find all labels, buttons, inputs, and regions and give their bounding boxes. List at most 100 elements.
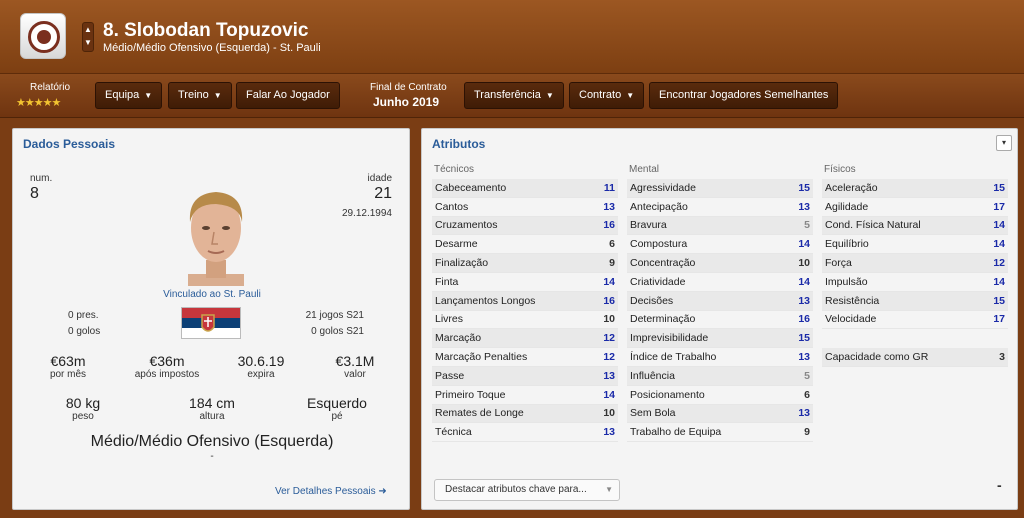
attribute-name: Equilíbrio (825, 238, 869, 251)
fisicos-header: Físicos (824, 164, 856, 175)
attribute-row[interactable]: Agilidade 17 (822, 198, 1008, 217)
attribute-row[interactable]: Impulsão 14 (822, 273, 1008, 292)
attribute-name: Técnica (435, 426, 472, 439)
attribute-row[interactable]: Agressividade 15 (627, 179, 813, 198)
attribute-row[interactable]: Finalização 9 (432, 254, 618, 273)
height-label: altura (199, 411, 225, 422)
attribute-row[interactable]: Concentração 10 (627, 254, 813, 273)
golos-s21: 0 golos S21 (311, 326, 364, 337)
attribute-value: 10 (798, 257, 810, 270)
attribute-row[interactable]: Remates de Longe 10 (432, 404, 618, 424)
attribute-value: 13 (798, 407, 810, 420)
attribute-row[interactable]: Cond. Física Natural 14 (822, 216, 1008, 236)
club-badge-icon[interactable] (20, 13, 66, 59)
falar-jogador-button[interactable]: Falar Ao Jogador (236, 82, 340, 109)
attribute-name: Primeiro Toque (435, 388, 506, 401)
weight-label: peso (72, 411, 94, 422)
treino-button[interactable]: Treino ▼ (168, 82, 232, 109)
attribute-row[interactable]: Lançamentos Longos 16 (432, 291, 618, 311)
attribute-name: Concentração (630, 257, 696, 270)
attribute-name: Marcação Penalties (435, 351, 528, 364)
personal-data-panel: Dados Pessoais num. 8 idade 21 29.12.199… (12, 128, 410, 510)
highlight-attributes-dropdown[interactable]: Destacar atributos chave para... ▼ (434, 479, 620, 501)
tecnicos-list: Cabeceamento 11 Cantos 13 Cruzamentos 16 Desar… (432, 179, 618, 443)
collapse-button[interactable]: - (997, 477, 1002, 493)
attribute-value: 14 (993, 275, 1005, 288)
attribute-row[interactable]: Finta 14 (432, 273, 618, 292)
attribute-name: Cond. Física Natural (825, 219, 921, 232)
attribute-value: 5 (804, 369, 810, 382)
attribute-value: 14 (798, 275, 810, 288)
personal-details-link[interactable]: Ver Detalhes Pessoais ➜ (275, 486, 387, 497)
jogos-s21: 21 jogos S21 (305, 310, 364, 321)
attributes-title: Atributos (432, 137, 486, 151)
foot-stat: Esquerdo pé (301, 395, 373, 422)
attribute-row[interactable]: Criatividade 14 (627, 273, 813, 292)
coat-of-arms-icon (201, 314, 215, 332)
attribute-name: Velocidade (825, 313, 877, 326)
attribute-row[interactable]: Cantos 13 (432, 198, 618, 217)
attribute-name: Capacidade como GR (825, 351, 929, 364)
attribute-value: 14 (603, 275, 615, 288)
attribute-row[interactable]: Sem Bola 13 (627, 404, 813, 424)
equipa-button[interactable]: Equipa ▼ (95, 82, 163, 109)
attribute-row[interactable]: Imprevisibilidade 15 (627, 329, 813, 349)
gk-ability-row: Capacidade como GR 3 (822, 348, 1008, 368)
birth-date: 29.12.1994 (341, 208, 392, 219)
attribute-row[interactable]: Trabalho de Equipa 9 (627, 423, 813, 443)
attribute-name: Trabalho de Equipa (630, 426, 722, 439)
attribute-row[interactable]: Índice de Trabalho 13 (627, 348, 813, 367)
attribute-row[interactable]: Influência 5 (627, 366, 813, 386)
mental-header: Mental (629, 164, 660, 175)
pres-count: 0 pres. (68, 310, 99, 321)
transferencia-button[interactable]: Transferência ▼ (464, 82, 564, 109)
attribute-value: 15 (798, 332, 810, 345)
attribute-row[interactable]: Marcação Penalties 12 (432, 348, 618, 367)
attribute-row[interactable]: Velocidade 17 (822, 311, 1008, 330)
attribute-name: Bravura (630, 219, 667, 232)
serbia-flag-icon (181, 307, 241, 339)
age-value: 21 (374, 185, 392, 202)
attribute-row[interactable]: Marcação 12 (432, 329, 618, 349)
expiry-value: 30.6.19 (237, 353, 285, 369)
attribute-value: 13 (798, 200, 810, 213)
attribute-row[interactable]: Livres 10 (432, 311, 618, 330)
attribute-name: Decisões (630, 294, 674, 307)
panel-menu-button[interactable]: ▾ (996, 135, 1012, 151)
attribute-value: 13 (603, 426, 615, 439)
attribute-value: 5 (804, 219, 810, 232)
attribute-value: 13 (798, 294, 810, 307)
attribute-value: 10 (603, 407, 615, 420)
attribute-row[interactable]: Técnica 13 (432, 423, 618, 443)
attribute-name: Força (825, 257, 852, 270)
attribute-name: Determinação (630, 313, 696, 326)
player-stepper[interactable]: ▲ ▼ (82, 22, 94, 52)
attribute-row[interactable]: Força 12 (822, 254, 1008, 273)
after-tax-value: €36m (149, 353, 185, 369)
attribute-row[interactable]: Cabeceamento 11 (432, 179, 618, 198)
vinculado-link[interactable]: Vinculado ao St. Pauli (13, 289, 411, 300)
attribute-name: Cruzamentos (435, 219, 498, 232)
attribute-row[interactable]: Passe 13 (432, 366, 618, 386)
attribute-row[interactable]: Decisões 13 (627, 291, 813, 311)
contract-label: Final de Contrato (370, 82, 447, 93)
attribute-row[interactable]: Bravura 5 (627, 216, 813, 236)
attribute-row[interactable]: Aceleração 15 (822, 179, 1008, 198)
attribute-row[interactable]: Posicionamento 6 (627, 386, 813, 405)
attribute-row[interactable]: Cruzamentos 16 (432, 216, 618, 236)
position-title: Médio/Médio Ofensivo (Esquerda) (90, 433, 334, 450)
rating-stars-icon[interactable]: ★★★★★ (16, 96, 61, 109)
attribute-row[interactable]: Determinação 16 (627, 311, 813, 330)
attribute-row[interactable]: Antecipação 13 (627, 198, 813, 217)
attribute-name: Finalização (435, 257, 489, 270)
player-portrait (188, 192, 244, 286)
find-similar-button[interactable]: Encontrar Jogadores Semelhantes (649, 82, 839, 109)
attribute-row[interactable]: Equilíbrio 14 (822, 235, 1008, 255)
attribute-row[interactable]: Compostura 14 (627, 235, 813, 255)
contrato-button[interactable]: Contrato ▼ (569, 82, 645, 109)
attribute-row[interactable]: Desarme 6 (432, 235, 618, 255)
attribute-value: 13 (798, 351, 810, 364)
attribute-row[interactable]: Resistência 15 (822, 291, 1008, 311)
equipa-label: Equipa (105, 89, 140, 101)
attribute-row[interactable]: Primeiro Toque 14 (432, 386, 618, 405)
